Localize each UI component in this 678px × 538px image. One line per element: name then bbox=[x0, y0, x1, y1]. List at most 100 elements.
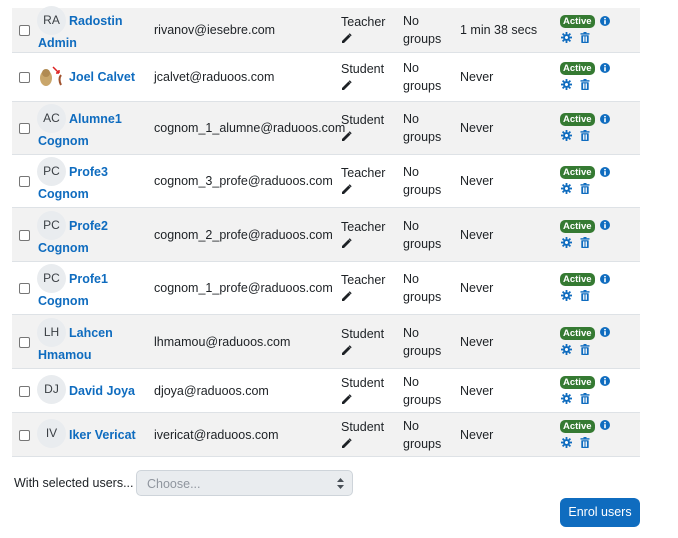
pencil-icon[interactable] bbox=[341, 184, 352, 195]
user-firstname-link[interactable]: Lahcen bbox=[69, 326, 113, 340]
enrol-users-button[interactable]: Enrol users bbox=[560, 498, 640, 527]
select-user-checkbox[interactable] bbox=[19, 123, 30, 134]
trash-icon[interactable] bbox=[580, 236, 590, 248]
cog-icon[interactable] bbox=[561, 392, 572, 404]
cog-icon[interactable] bbox=[561, 290, 572, 302]
user-firstname-link[interactable]: Radostin bbox=[69, 14, 122, 28]
pencil-icon[interactable] bbox=[341, 344, 352, 356]
status-badge: Active bbox=[560, 15, 595, 29]
user-firstname-link[interactable]: David Joya bbox=[69, 384, 135, 398]
user-lastname-link[interactable]: Hmamou bbox=[38, 348, 91, 362]
user-status: Active bbox=[560, 112, 610, 144]
table-row: AC Alumne1 Cognom cognom_1_alumne@raduoos.c… bbox=[12, 102, 640, 155]
user-email: cognom_2_profe@raduoos.com bbox=[154, 227, 333, 242]
select-user-checkbox[interactable] bbox=[19, 336, 30, 348]
select-user-checkbox[interactable] bbox=[19, 429, 30, 441]
user-lastname-link[interactable]: Cognom bbox=[38, 134, 89, 148]
user-lastname-link[interactable]: Cognom bbox=[38, 294, 89, 308]
user-firstname-link[interactable]: Joel Calvet bbox=[69, 70, 135, 84]
user-lastname-link[interactable]: Admin bbox=[38, 36, 77, 50]
role-label: Student bbox=[341, 375, 385, 390]
user-lastname-link[interactable]: Cognom bbox=[38, 187, 89, 201]
user-status: Active bbox=[560, 61, 610, 93]
cog-icon[interactable] bbox=[561, 436, 572, 448]
trash-icon[interactable] bbox=[580, 290, 590, 302]
cog-icon[interactable] bbox=[561, 183, 572, 195]
enrolment-actions bbox=[561, 79, 610, 93]
enrolment-actions bbox=[561, 130, 610, 144]
user-status: Active bbox=[560, 14, 610, 46]
trash-icon[interactable] bbox=[580, 183, 590, 195]
pencil-icon[interactable] bbox=[341, 437, 352, 449]
user-name: Iker Vericat bbox=[38, 424, 150, 446]
groups-line-2: groups bbox=[403, 183, 442, 197]
info-icon[interactable] bbox=[599, 420, 610, 431]
groups-line-2: groups bbox=[403, 236, 442, 251]
role-label: Student bbox=[341, 113, 385, 127]
pencil-icon[interactable] bbox=[341, 131, 352, 142]
cog-icon[interactable] bbox=[561, 130, 572, 142]
role-label: Student bbox=[341, 62, 385, 76]
info-icon[interactable] bbox=[599, 15, 610, 26]
info-icon[interactable] bbox=[599, 273, 610, 284]
groups-line-1: No bbox=[403, 165, 419, 179]
groups-line-2: groups bbox=[403, 290, 442, 304]
info-icon[interactable] bbox=[599, 62, 610, 73]
cog-icon[interactable] bbox=[561, 79, 572, 91]
table-row: Joel Calvet jcalvet@raduoos.com Student No g… bbox=[12, 53, 640, 102]
groups-line-2: groups bbox=[403, 343, 442, 358]
enrolment-actions bbox=[561, 183, 610, 197]
select-user-checkbox[interactable] bbox=[19, 25, 30, 36]
pencil-icon[interactable] bbox=[341, 80, 352, 91]
cog-icon[interactable] bbox=[561, 236, 572, 248]
select-user-checkbox[interactable] bbox=[19, 72, 30, 83]
enrolment-actions bbox=[561, 32, 610, 46]
user-firstname-link[interactable]: Alumne1 bbox=[69, 112, 122, 126]
user-email: cognom_1_alumne@raduoos.com bbox=[154, 121, 346, 135]
select-user-checkbox[interactable] bbox=[19, 176, 30, 187]
select-user-checkbox[interactable] bbox=[19, 385, 30, 397]
pencil-icon[interactable] bbox=[341, 291, 352, 302]
user-role: Student bbox=[341, 325, 384, 356]
user-role: Student bbox=[341, 418, 384, 449]
pencil-icon[interactable] bbox=[341, 237, 352, 249]
select-user-checkbox[interactable] bbox=[19, 283, 30, 294]
trash-icon[interactable] bbox=[580, 343, 590, 355]
user-firstname-link[interactable]: Profe2 bbox=[69, 219, 108, 233]
cog-icon[interactable] bbox=[561, 343, 572, 355]
user-firstname-link[interactable]: Iker Vericat bbox=[69, 428, 136, 442]
user-firstname-link[interactable]: Profe3 bbox=[69, 165, 108, 179]
user-firstname-link[interactable]: Profe1 bbox=[69, 272, 108, 286]
trash-icon[interactable] bbox=[580, 79, 590, 91]
groups-line-1: No bbox=[403, 325, 419, 340]
user-status: Active bbox=[560, 165, 610, 197]
info-icon[interactable] bbox=[599, 327, 610, 338]
cog-icon[interactable] bbox=[561, 32, 572, 44]
user-groups: No groups bbox=[403, 163, 441, 199]
groups-line-1: No bbox=[403, 61, 419, 75]
trash-icon[interactable] bbox=[580, 130, 590, 142]
trash-icon[interactable] bbox=[580, 32, 590, 44]
user-name: Profe2 Cognom bbox=[38, 215, 150, 259]
user-lastname-link[interactable]: Cognom bbox=[38, 241, 89, 255]
enrolment-actions bbox=[561, 436, 610, 451]
user-email: djoya@raduoos.com bbox=[154, 383, 269, 398]
info-icon[interactable] bbox=[599, 376, 610, 387]
select-user-checkbox[interactable] bbox=[19, 229, 30, 241]
pencil-icon[interactable] bbox=[341, 33, 352, 44]
user-name: Profe3 Cognom bbox=[38, 161, 150, 205]
status-badge: Active bbox=[560, 113, 595, 127]
table-row: PC Profe1 Cognom cognom_1_profe@raduoos.com… bbox=[12, 262, 640, 315]
bulk-action-select[interactable]: Choose... bbox=[136, 470, 353, 496]
table-row: PC Profe2 Cognom cognom_2_profe@raduoos.com… bbox=[12, 208, 640, 262]
groups-line-2: groups bbox=[403, 79, 442, 93]
user-name: Profe1 Cognom bbox=[38, 268, 150, 312]
last-access: 1 min 38 secs bbox=[460, 23, 538, 37]
info-icon[interactable] bbox=[599, 166, 610, 177]
trash-icon[interactable] bbox=[580, 436, 590, 448]
user-status: Active bbox=[560, 219, 610, 251]
info-icon[interactable] bbox=[599, 220, 610, 231]
info-icon[interactable] bbox=[599, 113, 610, 124]
pencil-icon[interactable] bbox=[341, 393, 352, 405]
trash-icon[interactable] bbox=[580, 392, 590, 404]
